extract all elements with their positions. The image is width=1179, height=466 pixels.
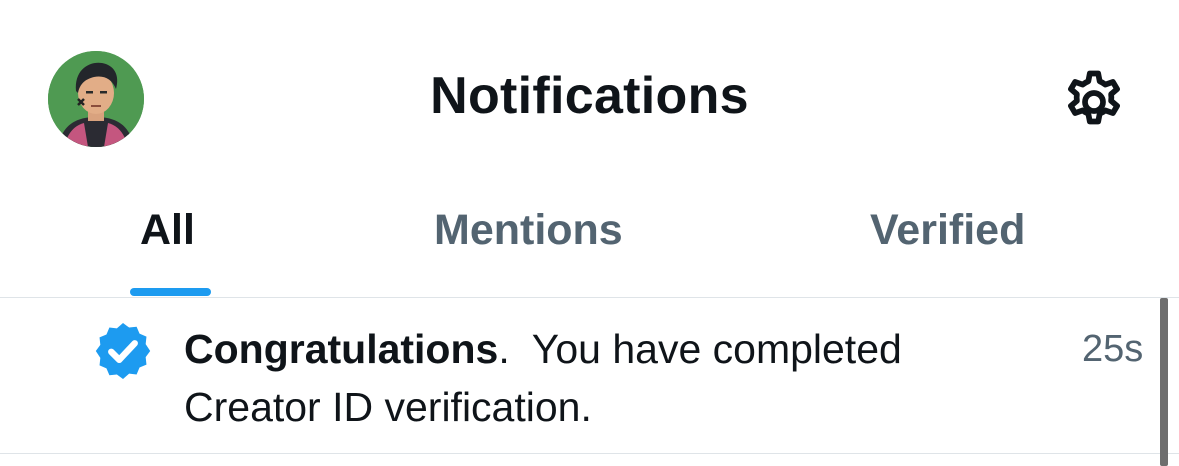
notification-text: Congratulations. You have completed Crea…: [184, 320, 1044, 436]
tab-mentions[interactable]: Mentions: [434, 206, 623, 255]
tab-bar: All Mentions Verified: [0, 190, 1179, 298]
header: Notifications: [0, 0, 1179, 190]
tab-verified[interactable]: Verified: [870, 206, 1025, 255]
verified-badge-icon: [91, 319, 155, 383]
notification-title: Congratulations: [184, 326, 499, 372]
notification-item[interactable]: Congratulations. You have completed Crea…: [0, 298, 1179, 454]
page-title: Notifications: [430, 67, 749, 125]
gear-icon: [1068, 70, 1120, 125]
tab-all[interactable]: All: [140, 206, 195, 255]
active-tab-indicator: [130, 288, 211, 296]
notifications-screen: Notifications All Mentions Verified Cong…: [0, 0, 1179, 466]
notification-timestamp: 25s: [1082, 328, 1144, 370]
scrollbar[interactable]: [1160, 298, 1168, 466]
settings-button[interactable]: [1058, 66, 1130, 138]
